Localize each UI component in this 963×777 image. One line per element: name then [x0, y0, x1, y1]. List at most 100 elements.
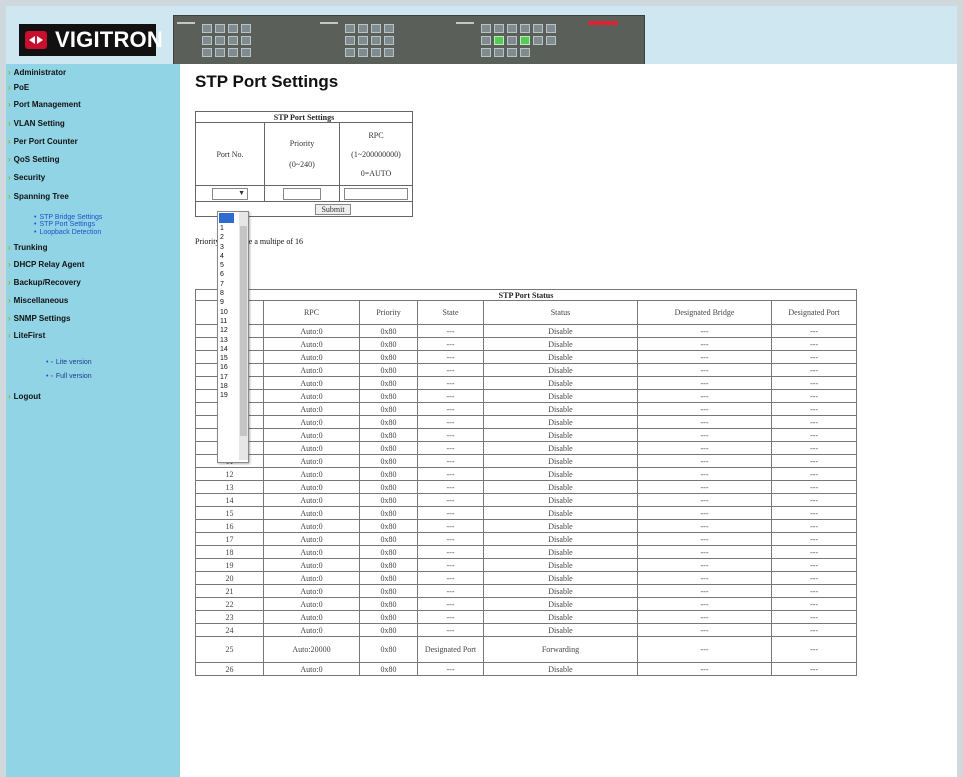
- switch-port-icon[interactable]: [546, 24, 556, 33]
- rpc-input[interactable]: [344, 187, 408, 200]
- switch-port-icon[interactable]: [345, 24, 355, 33]
- switch-port-icon[interactable]: [228, 48, 238, 57]
- switch-port-icon[interactable]: [494, 36, 504, 45]
- sidebar-item-backup-recovery[interactable]: › Backup/Recovery: [8, 278, 81, 287]
- sidebar-item-spanning-tree[interactable]: › Spanning Tree: [8, 192, 69, 201]
- sidebar-item-label: Backup/Recovery: [13, 278, 81, 287]
- sidebar-item-vlan-setting[interactable]: › VLAN Setting: [8, 119, 65, 128]
- switch-port-icon[interactable]: [384, 36, 394, 45]
- switch-port-icon[interactable]: [546, 36, 556, 45]
- table-cell: Disable: [483, 415, 638, 429]
- sidebar-item-security[interactable]: › Security: [8, 173, 45, 182]
- switch-port-icon[interactable]: [520, 36, 530, 45]
- table-cell: 0x80: [359, 376, 418, 390]
- switch-port-icon[interactable]: [507, 24, 517, 33]
- dropdown-scroll-thumb[interactable]: [240, 226, 247, 436]
- sidebar-version-lite-version[interactable]: • ▫ Lite version: [46, 359, 92, 366]
- dropdown-option[interactable]: 8: [220, 289, 236, 298]
- switch-port-icon[interactable]: [241, 48, 251, 57]
- sidebar-subitem-loopback-detection[interactable]: • Loopback Detection: [34, 229, 101, 236]
- sidebar-item-per-port-counter[interactable]: › Per Port Counter: [8, 137, 78, 146]
- dropdown-option[interactable]: 3: [220, 243, 236, 252]
- sidebar-item-poe[interactable]: › PoE: [8, 83, 29, 92]
- switch-port-icon[interactable]: [533, 36, 543, 45]
- switch-port-icon[interactable]: [202, 24, 212, 33]
- dropdown-option[interactable]: 18: [220, 382, 236, 391]
- sidebar-item-dhcp-relay-agent[interactable]: › DHCP Relay Agent: [8, 260, 84, 269]
- switch-port-icon[interactable]: [241, 36, 251, 45]
- dropdown-option[interactable]: 10: [220, 308, 236, 317]
- sidebar-item-snmp-settings[interactable]: › SNMP Settings: [8, 314, 70, 323]
- dropdown-option[interactable]: 6: [220, 270, 236, 279]
- switch-port-icon[interactable]: [358, 36, 368, 45]
- switch-port-icon[interactable]: [215, 36, 225, 45]
- dropdown-option[interactable]: 17: [220, 373, 236, 382]
- dropdown-option[interactable]: 1: [220, 224, 236, 233]
- switch-port-icon[interactable]: [215, 24, 225, 33]
- table-cell: Auto:0: [263, 571, 360, 585]
- switch-port-icon[interactable]: [384, 24, 394, 33]
- port-select[interactable]: ▼: [212, 187, 248, 200]
- dropdown-scrollbar[interactable]: [239, 212, 248, 460]
- dropdown-option[interactable]: 16: [220, 363, 236, 372]
- dropdown-option[interactable]: 19: [220, 391, 236, 400]
- menu-arrow-icon: ›: [8, 68, 11, 77]
- dropdown-option[interactable]: 14: [220, 345, 236, 354]
- table-cell: Auto:0: [263, 415, 360, 429]
- sidebar-item-litefirst[interactable]: › LiteFirst: [8, 331, 45, 340]
- sidebar-subitem-stp-bridge-settings[interactable]: • STP Bridge Settings: [34, 214, 102, 221]
- table-cell: Auto:0: [263, 610, 360, 624]
- switch-port-icon[interactable]: [345, 36, 355, 45]
- switch-port-icon[interactable]: [228, 36, 238, 45]
- sidebar-item-miscellaneous[interactable]: › Miscellaneous: [8, 296, 68, 305]
- dropdown-option[interactable]: 5: [220, 261, 236, 270]
- sidebar-item-logout[interactable]: › Logout: [8, 392, 41, 401]
- switch-port-icon[interactable]: [507, 48, 517, 57]
- switch-port-icon[interactable]: [481, 48, 491, 57]
- switch-port-icon[interactable]: [202, 48, 212, 57]
- dropdown-option[interactable]: 7: [220, 280, 236, 289]
- table-cell: Disable: [483, 493, 638, 507]
- table-cell: ---: [771, 571, 857, 585]
- switch-port-icon[interactable]: [358, 48, 368, 57]
- switch-port-icon[interactable]: [228, 24, 238, 33]
- table-cell: ---: [637, 558, 772, 572]
- dropdown-option[interactable]: 4: [220, 252, 236, 261]
- dropdown-option[interactable]: 12: [220, 326, 236, 335]
- sidebar-version-full-version[interactable]: • ▫ Full version: [46, 373, 92, 380]
- switch-port-icon[interactable]: [507, 36, 517, 45]
- dropdown-option[interactable]: 9: [220, 298, 236, 307]
- switch-port-icon[interactable]: [520, 48, 530, 57]
- switch-port-icon[interactable]: [358, 24, 368, 33]
- switch-port-icon[interactable]: [494, 24, 504, 33]
- dropdown-option[interactable]: 13: [220, 336, 236, 345]
- switch-port-icon[interactable]: [241, 24, 251, 33]
- switch-port-icon[interactable]: [202, 36, 212, 45]
- switch-port-icon[interactable]: [371, 36, 381, 45]
- sidebar-item-administrator[interactable]: › Administrator: [8, 68, 66, 77]
- sidebar-item-trunking[interactable]: › Trunking: [8, 243, 47, 252]
- switch-port-icon[interactable]: [215, 48, 225, 57]
- sidebar-subitem-stp-port-settings[interactable]: • STP Port Settings: [34, 221, 95, 228]
- switch-port-icon[interactable]: [533, 24, 543, 33]
- table-cell: ---: [637, 324, 772, 338]
- dropdown-option[interactable]: 15: [220, 354, 236, 363]
- sidebar-item-qos-setting[interactable]: › QoS Setting: [8, 155, 59, 164]
- dropdown-option[interactable]: 2: [220, 233, 236, 242]
- priority-input[interactable]: [283, 187, 321, 200]
- switch-port-icon[interactable]: [384, 48, 394, 57]
- sidebar-item-label: Miscellaneous: [13, 296, 69, 305]
- submit-button[interactable]: Submit: [315, 203, 351, 215]
- switch-port-icon[interactable]: [494, 48, 504, 57]
- sidebar-item-port-management[interactable]: › Port Management: [8, 100, 81, 109]
- dropdown-option[interactable]: 11: [220, 317, 236, 326]
- switch-port-icon[interactable]: [481, 24, 491, 33]
- switch-port-icon[interactable]: [345, 48, 355, 57]
- switch-front-panel[interactable]: [173, 15, 645, 69]
- sidebar-item-label: Port Management: [13, 100, 81, 109]
- switch-port-icon[interactable]: [371, 48, 381, 57]
- switch-port-icon[interactable]: [481, 36, 491, 45]
- port-dropdown-list[interactable]: 1 2 3 4 5 6 7 8 9 10 11 12 13 14 15 16 17 18 19: [217, 211, 249, 463]
- switch-port-icon[interactable]: [520, 24, 530, 33]
- switch-port-icon[interactable]: [371, 24, 381, 33]
